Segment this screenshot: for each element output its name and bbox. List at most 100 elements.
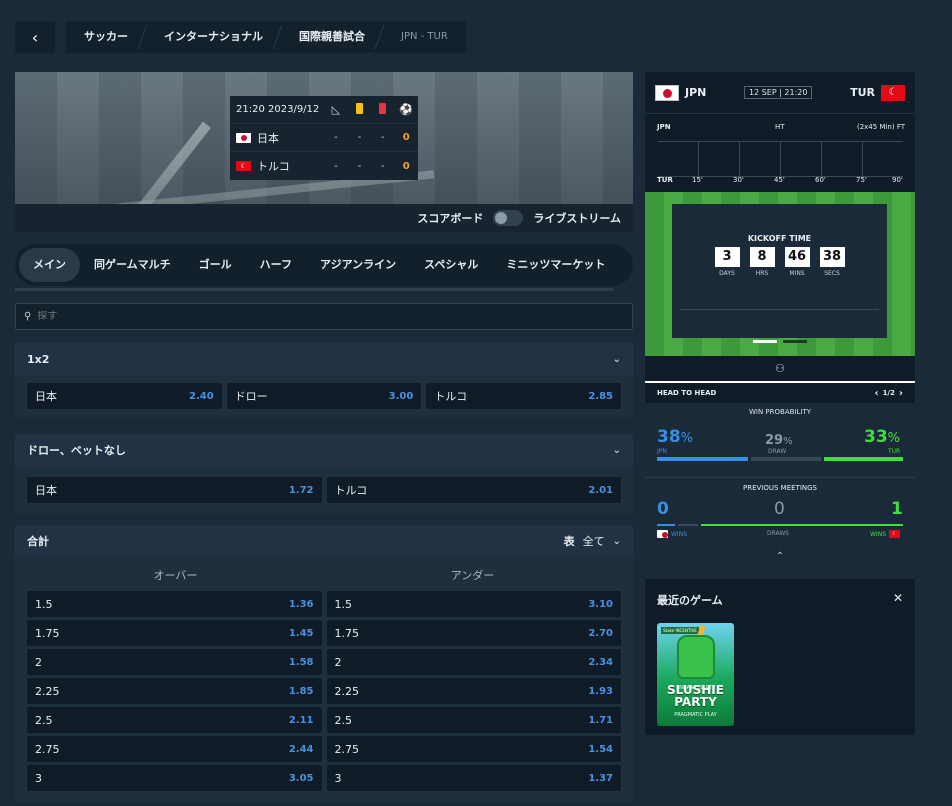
- home-win-pct: 38%: [657, 427, 693, 447]
- odds-value: 1.54: [588, 743, 613, 755]
- odds-button[interactable]: トルコ 2.85: [426, 383, 622, 409]
- chevron-right-icon[interactable]: ›: [899, 388, 903, 399]
- odds-button[interactable]: トルコ 2.01: [326, 477, 621, 503]
- market-header[interactable]: ドロー、ベットなし ⌄: [15, 434, 633, 466]
- odds-button[interactable]: ドロー 3.00: [226, 383, 422, 409]
- scoreboard: 21:20 2023/9/12 ◺ ⚽ 日本 - - - 0 ☾ トルコ - - …: [230, 96, 418, 180]
- under-odds-button[interactable]: 2.5 1.71: [326, 707, 621, 733]
- tick-label: 15': [692, 176, 703, 184]
- grid-line: [821, 142, 822, 178]
- under-odds-button[interactable]: 2.75 1.54: [326, 736, 621, 762]
- under-odds-button[interactable]: 3 1.37: [326, 765, 621, 791]
- draws-bar: [678, 524, 698, 526]
- tick-label: 60': [815, 176, 826, 184]
- over-odds-button[interactable]: 3 3.05: [27, 765, 322, 791]
- tab-main[interactable]: メイン: [19, 248, 80, 282]
- under-odds-button[interactable]: 1.5 3.10: [326, 591, 621, 617]
- chevron-down-icon: ⌄: [612, 444, 621, 456]
- over-odds-button[interactable]: 1.75 1.45: [27, 620, 322, 646]
- score-value: 0: [402, 160, 410, 172]
- draws-count: 0: [774, 499, 785, 519]
- under-odds-button[interactable]: 2.25 1.93: [326, 678, 621, 704]
- divider: [680, 309, 879, 310]
- score-value: 0: [402, 132, 410, 143]
- livestream-label: ライブストリーム: [533, 212, 621, 225]
- odds-value: 3.05: [288, 772, 314, 784]
- odds-label: 日本: [35, 390, 57, 403]
- tabs-scrollbar[interactable]: [15, 288, 613, 291]
- tab-specials[interactable]: スペシャル: [410, 248, 492, 282]
- search-input[interactable]: [37, 311, 598, 322]
- odds-value: 1.72: [288, 484, 314, 496]
- odds-label: 日本: [35, 484, 57, 497]
- chevron-left-icon[interactable]: ‹: [874, 388, 878, 399]
- cup-graphic: [677, 635, 715, 679]
- lineups-button[interactable]: ⚇: [645, 356, 915, 381]
- line-label: 2: [334, 655, 342, 669]
- collapse-chevron-up-icon[interactable]: ⌃: [645, 551, 915, 562]
- view-all-toggle[interactable]: 全て: [583, 533, 605, 549]
- h2h-page: 1/2: [882, 389, 895, 397]
- tab-goals[interactable]: ゴール: [185, 248, 246, 282]
- tick-label: 30': [733, 176, 744, 184]
- away-wins-bar: [701, 524, 903, 526]
- odds-value: 1.37: [588, 772, 613, 784]
- odds-label: ドロー: [234, 390, 268, 403]
- home-label: JPN: [657, 448, 667, 455]
- back-button[interactable]: ‹: [15, 21, 55, 53]
- kickoff-title: KICKOFF TIME: [747, 234, 812, 243]
- breadcrumb-item-friendly[interactable]: 国際親善試合: [281, 21, 383, 53]
- odds-value: 2.70: [588, 627, 613, 639]
- under-odds-button[interactable]: 1.75 2.70: [326, 620, 621, 646]
- kickoff-countdown: KICKOFF TIME 3 DAYS 8 HRS 46 MINS 38 SECS: [672, 204, 887, 338]
- away-wins: WINS ☾: [870, 530, 900, 538]
- odds-button[interactable]: 日本 2.40: [27, 383, 222, 409]
- tab-minute-markets[interactable]: ミニッツマーケット: [492, 248, 619, 282]
- countdown-seconds: 38 SECS: [819, 247, 845, 277]
- countdown-minutes: 46 MINS: [784, 247, 810, 277]
- over-odds-button[interactable]: 2 1.58: [27, 649, 322, 675]
- odds-value: 1.71: [588, 714, 613, 726]
- scoreboard-row-away: ☾ トルコ - - - 0: [230, 152, 418, 180]
- pct-sign: %: [887, 431, 901, 446]
- turkey-flag-icon: ☾: [889, 530, 900, 538]
- odds-value: 3.00: [388, 390, 414, 402]
- tab-asian-lines[interactable]: アジアンライン: [306, 248, 410, 282]
- carousel-dot[interactable]: [783, 340, 807, 343]
- under-odds-button[interactable]: 2 2.34: [326, 649, 621, 675]
- under-header: アンダー: [450, 569, 495, 582]
- line-label: 2.5: [334, 713, 353, 727]
- over-odds-button[interactable]: 2.25 1.85: [27, 678, 322, 704]
- tab-same-game-multi[interactable]: 同ゲームマルチ: [80, 248, 185, 282]
- livestream-toggle[interactable]: [493, 210, 524, 226]
- odds-button[interactable]: 日本 1.72: [27, 477, 322, 503]
- away-win-pct: 33%: [864, 427, 900, 447]
- over-odds-button[interactable]: 1.5 1.36: [27, 591, 322, 617]
- game-badge: Stake INCENTIVE: [661, 627, 699, 634]
- odds-value: 2.40: [188, 390, 214, 402]
- view-table-toggle[interactable]: 表: [564, 533, 575, 549]
- market-header[interactable]: 合計 表 全て ⌄: [15, 525, 633, 557]
- home-wins-count: 0: [657, 499, 669, 519]
- players-icon: ⚇: [775, 362, 785, 375]
- line-label: 1.75: [334, 626, 360, 640]
- breadcrumb-item-soccer[interactable]: サッカー: [66, 21, 146, 53]
- over-odds-button[interactable]: 2.5 2.11: [27, 707, 322, 733]
- odds-value: 2.44: [288, 743, 314, 755]
- home-wins-bar: [657, 524, 675, 526]
- japan-flag-icon: [236, 132, 251, 143]
- market-header[interactable]: 1x2 ⌄: [15, 343, 633, 375]
- breadcrumb-item-international[interactable]: インターナショナル: [146, 21, 281, 53]
- countdown-value: 8: [749, 247, 775, 267]
- away-prob-bar: [824, 457, 903, 461]
- tab-half[interactable]: ハーフ: [246, 248, 306, 282]
- carousel-dot[interactable]: [753, 340, 777, 343]
- market-tabs: メイン 同ゲームマルチ ゴール ハーフ アジアンライン スペシャル ミニッツマー…: [15, 244, 633, 286]
- wins-label: WINS: [671, 530, 687, 538]
- game-card-slushie-party[interactable]: Stake INCENTIVE ENHANCED RTP SLUSHIE PAR…: [657, 623, 734, 726]
- japan-flag-icon: [655, 84, 679, 101]
- over-odds-button[interactable]: 2.75 2.44: [27, 736, 322, 762]
- tick-label: 45': [774, 176, 785, 184]
- market-title: 合計: [27, 535, 49, 548]
- close-icon[interactable]: ✕: [893, 591, 903, 605]
